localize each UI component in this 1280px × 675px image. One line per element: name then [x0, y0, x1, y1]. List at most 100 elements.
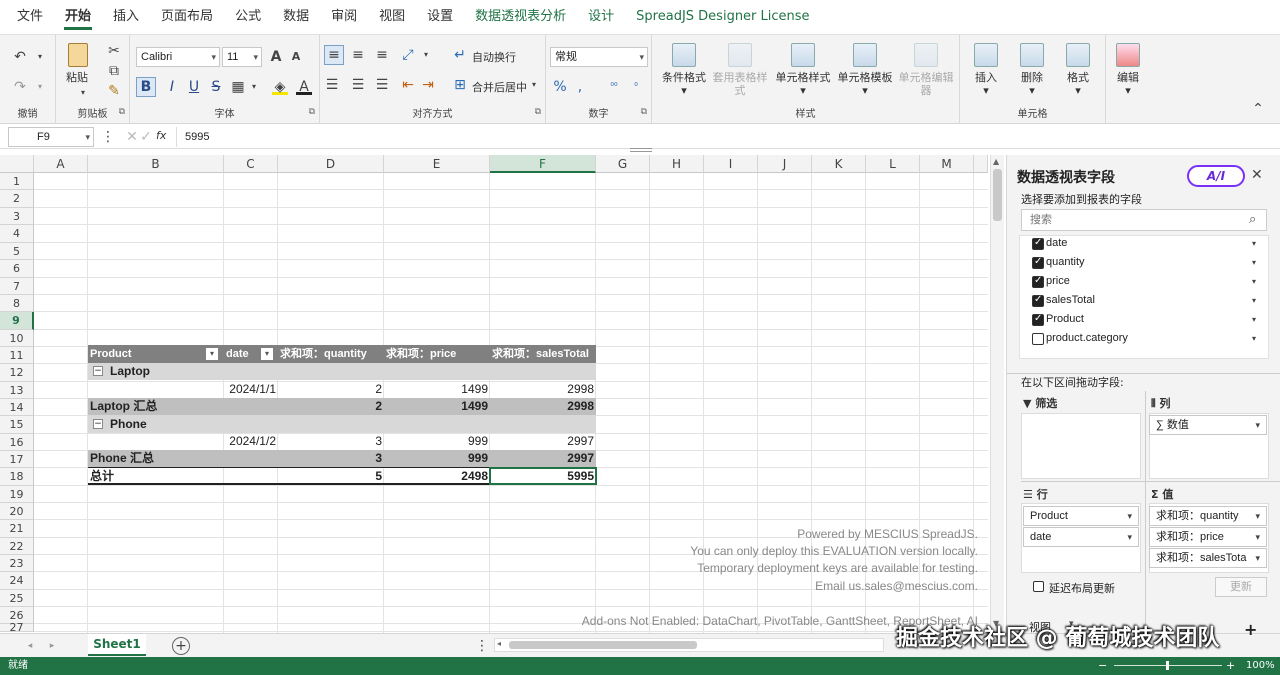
defer-update-checkbox[interactable]: [1033, 581, 1044, 592]
column-header[interactable]: M: [920, 155, 974, 173]
row-header[interactable]: 11: [0, 347, 34, 364]
row-item-date[interactable]: date: [1023, 527, 1139, 547]
row-header[interactable]: 7: [0, 278, 34, 295]
tab-data[interactable]: 数据: [272, 0, 320, 34]
editing-button[interactable]: 编辑 ▾: [1108, 43, 1148, 97]
border-dropdown-icon[interactable]: ▾: [246, 79, 262, 95]
row-header[interactable]: 10: [0, 330, 34, 347]
tab-page-layout[interactable]: 页面布局: [150, 0, 224, 34]
redo-dropdown-icon[interactable]: ▾: [32, 79, 48, 95]
copy-icon[interactable]: ⧉: [106, 63, 122, 79]
tab-review[interactable]: 审阅: [320, 0, 368, 34]
align-bottom-icon[interactable]: ≡: [374, 47, 390, 63]
row-header[interactable]: 27: [0, 622, 34, 633]
orientation-icon[interactable]: ⤢: [400, 47, 416, 63]
format-cells-button[interactable]: 格式 ▾: [1056, 43, 1100, 97]
field-menu-icon[interactable]: ▾: [1252, 296, 1256, 305]
row-header[interactable]: 17: [0, 451, 34, 468]
tab-formulas[interactable]: 公式: [224, 0, 272, 34]
alignment-launcher-icon[interactable]: ⧉: [535, 107, 541, 117]
row-header[interactable]: 4: [0, 225, 34, 243]
enter-icon[interactable]: ✓: [138, 129, 154, 145]
column-header[interactable]: J: [758, 155, 812, 173]
increase-indent-icon[interactable]: ⇥: [420, 77, 436, 93]
row-header[interactable]: 21: [0, 520, 34, 538]
column-header[interactable]: H: [650, 155, 704, 173]
border-icon[interactable]: ▦: [230, 79, 246, 95]
row-header[interactable]: 20: [0, 503, 34, 520]
field-menu-icon[interactable]: ▾: [1252, 315, 1256, 324]
column-header[interactable]: A: [34, 155, 88, 173]
zoom-slider-thumb[interactable]: [1166, 661, 1169, 670]
field-checkbox[interactable]: [1032, 313, 1044, 326]
row-header[interactable]: 22: [0, 538, 34, 555]
tab-home[interactable]: 开始: [54, 0, 102, 34]
horizontal-scroll-thumb[interactable]: [509, 641, 697, 649]
bold-icon[interactable]: B: [136, 77, 156, 97]
row-header[interactable]: 2: [0, 190, 34, 208]
field-menu-icon[interactable]: ▾: [1252, 239, 1256, 248]
formula-input[interactable]: 5995: [176, 127, 976, 147]
wrap-text-label[interactable]: 自动换行: [472, 49, 516, 65]
row-header[interactable]: 12: [0, 364, 34, 382]
paste-icon[interactable]: [68, 43, 88, 67]
spreadsheet-grid[interactable]: A B C D E F G H I J K L M 1 2 3 4 5 6 7 8 9 10 11 1…: [0, 155, 988, 633]
vertical-scrollbar[interactable]: ▲ ▼: [990, 155, 1004, 633]
column-header[interactable]: B: [88, 155, 224, 173]
field-checkbox[interactable]: [1032, 294, 1044, 307]
row-header[interactable]: 24: [0, 572, 34, 590]
field-search-input[interactable]: [1021, 209, 1267, 231]
merge-dropdown-icon[interactable]: ▾: [526, 77, 542, 93]
conditional-format-button[interactable]: 条件格式 ▾: [656, 43, 712, 97]
row-header[interactable]: 19: [0, 486, 34, 503]
undo-icon[interactable]: ↶: [12, 49, 28, 65]
wrap-text-icon[interactable]: ↵: [452, 47, 468, 63]
field-menu-icon[interactable]: ▾: [1252, 277, 1256, 286]
format-painter-icon[interactable]: ✎: [106, 83, 122, 99]
sheet-bar-options-icon[interactable]: ⋮: [474, 638, 490, 654]
increase-decimal-icon[interactable]: ⁰⁰: [606, 79, 622, 95]
pane-splitter[interactable]: [630, 148, 652, 152]
name-box[interactable]: F9: [8, 127, 94, 147]
column-header[interactable]: C: [224, 155, 278, 173]
increase-font-icon[interactable]: A: [268, 49, 284, 65]
column-header[interactable]: G: [596, 155, 650, 173]
value-item-salestotal[interactable]: 求和项：salesTota: [1149, 548, 1267, 568]
font-launcher-icon[interactable]: ⧉: [309, 107, 315, 117]
tab-pivot-analyze[interactable]: 数据透视表分析: [464, 0, 577, 34]
field-checkbox[interactable]: [1032, 237, 1044, 250]
column-header[interactable]: I: [704, 155, 758, 173]
font-family-select[interactable]: Calibri: [136, 47, 220, 67]
row-item-product[interactable]: Product: [1023, 506, 1139, 526]
align-left-icon[interactable]: ☰: [324, 77, 340, 93]
tab-settings[interactable]: 设置: [416, 0, 464, 34]
tab-file[interactable]: 文件: [6, 0, 54, 34]
prev-sheet-icon[interactable]: ◂: [22, 638, 38, 654]
field-checkbox[interactable]: [1032, 256, 1044, 269]
decrease-indent-icon[interactable]: ⇤: [400, 77, 416, 93]
column-header[interactable]: D: [278, 155, 384, 173]
delete-cells-button[interactable]: 删除 ▾: [1010, 43, 1054, 97]
number-format-select[interactable]: 常规: [550, 47, 648, 67]
redo-icon[interactable]: ↷: [12, 79, 28, 95]
ai-button[interactable]: A/I: [1187, 165, 1245, 187]
font-color-icon[interactable]: A: [296, 79, 312, 95]
row-header[interactable]: 15: [0, 416, 34, 434]
merge-center-icon[interactable]: ⊞: [452, 77, 468, 93]
underline-icon[interactable]: U: [186, 79, 202, 95]
decrease-decimal-icon[interactable]: ⁰: [628, 79, 644, 95]
align-center-icon[interactable]: ☰: [350, 77, 366, 93]
row-header[interactable]: 13: [0, 382, 34, 399]
row-header[interactable]: 25: [0, 590, 34, 607]
row-header[interactable]: 1: [0, 173, 34, 190]
collapse-phone-icon[interactable]: −: [93, 419, 103, 429]
zoom-out-icon[interactable]: −: [1098, 657, 1107, 675]
row-header[interactable]: 6: [0, 260, 34, 278]
field-menu-icon[interactable]: ▾: [1252, 334, 1256, 343]
row-header[interactable]: 23: [0, 555, 34, 572]
filter-drop-zone[interactable]: [1021, 413, 1141, 479]
table-style-button[interactable]: 套用表格样式: [712, 43, 768, 97]
column-header[interactable]: K: [812, 155, 866, 173]
select-all-corner[interactable]: [0, 155, 34, 173]
sheet-tab-sheet1[interactable]: Sheet1: [88, 634, 146, 656]
